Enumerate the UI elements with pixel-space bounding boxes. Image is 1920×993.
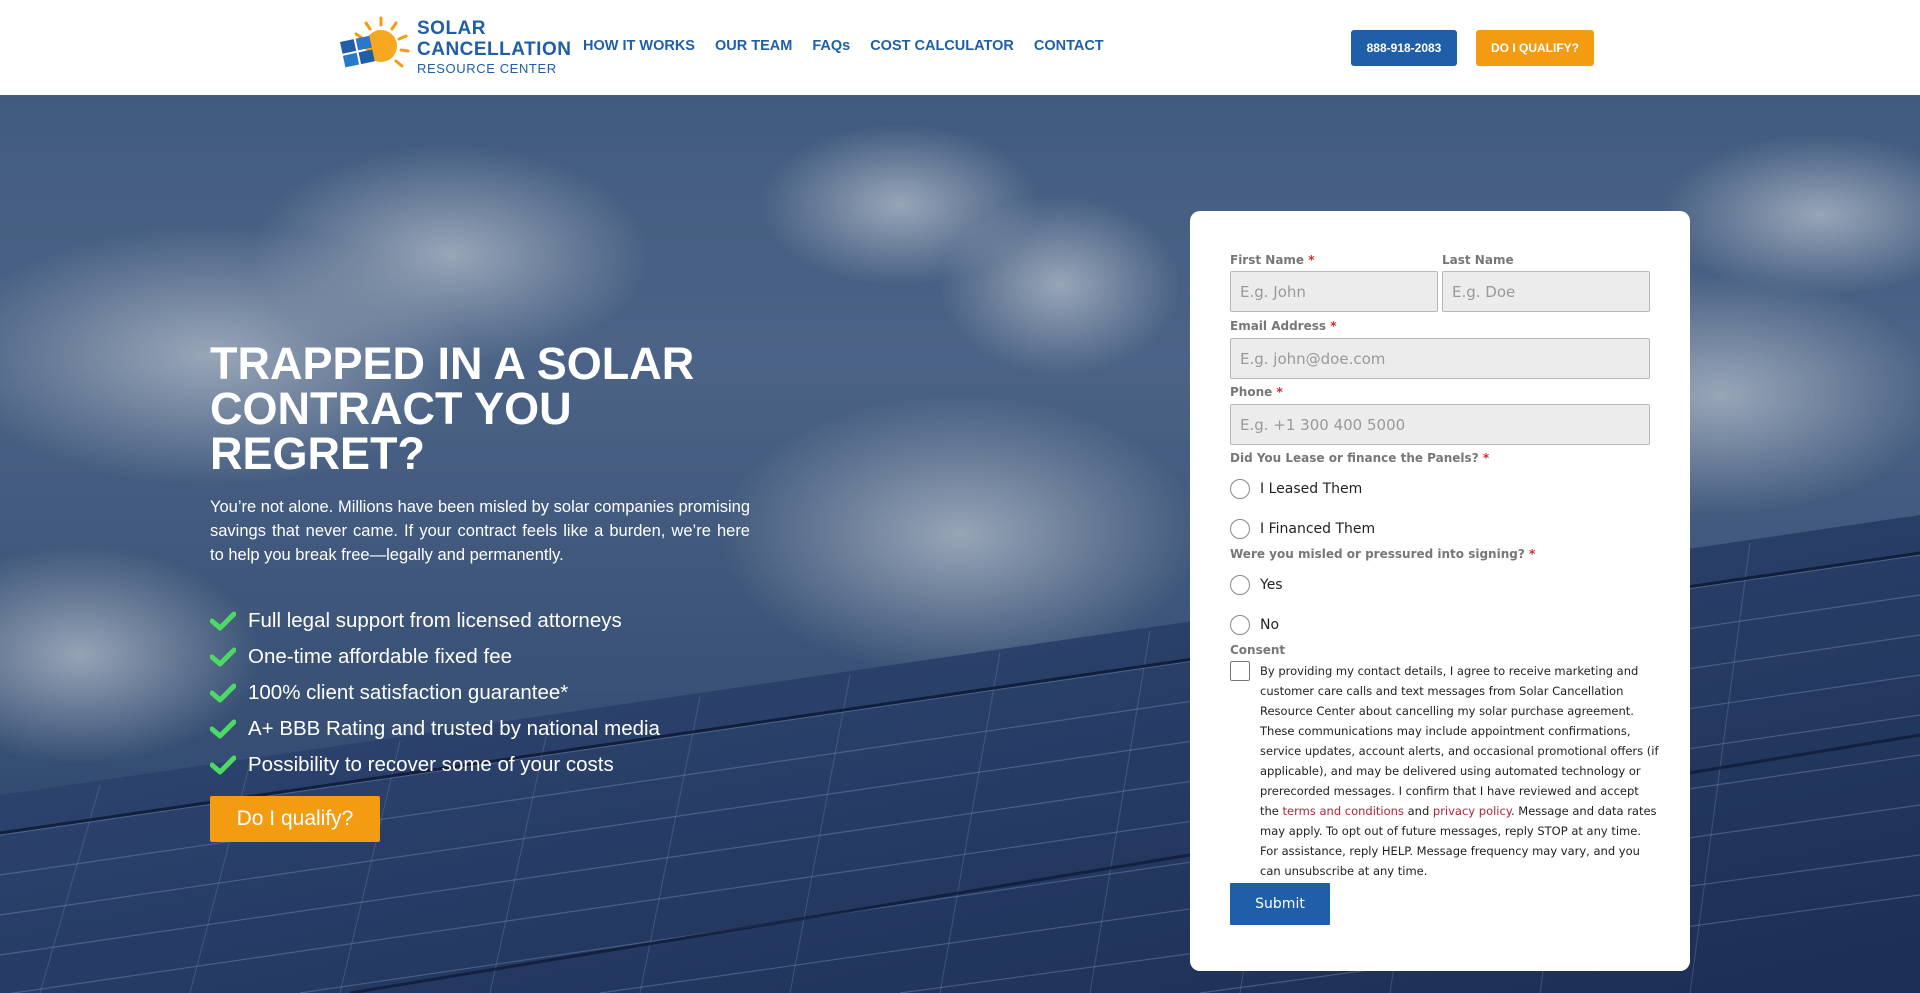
radio-circle[interactable] [1230,479,1250,499]
email-label: Email Address * [1230,319,1336,333]
email-label-text: Email Address [1230,319,1327,333]
radio-label: Yes [1260,577,1283,593]
logo-line-2: CANCELLATION [417,39,572,60]
benefit-item: Possibility to recover some of your cost… [210,747,660,783]
phone-input[interactable]: E.g. +1 300 400 5000 [1230,404,1650,445]
site-header: SOLAR CANCELLATION RESOURCE CENTER HOW I… [0,0,1920,95]
phone-button[interactable]: 888-918-2083 [1351,30,1457,66]
benefit-text: A+ BBB Rating and trusted by national me… [248,717,660,740]
required-mark: * [1482,451,1490,465]
benefit-item: 100% client satisfaction guarantee* [210,675,660,711]
hero-section: TRAPPED IN A SOLAR CONTRACT YOU REGRET? … [0,95,1920,993]
lease-question-text: Did You Lease or finance the Panels? [1230,451,1479,465]
consent-label: Consent [1230,643,1286,657]
check-icon [210,755,236,775]
last-name-label: Last Name [1442,253,1514,267]
radio-circle[interactable] [1230,615,1250,635]
first-name-input[interactable]: E.g. John [1230,271,1438,312]
required-mark: * [1330,319,1337,333]
benefit-text: Possibility to recover some of your cost… [248,753,614,776]
radio-label: No [1260,617,1280,633]
do-i-qualify-header-button[interactable]: DO I QUALIFY? [1476,30,1594,66]
logo-wordmark: SOLAR CANCELLATION RESOURCE CENTER [417,19,571,75]
nav-faqs[interactable]: FAQs [812,38,850,54]
main-nav: HOW IT WORKS OUR TEAM FAQs COST CALCULAT… [583,38,1124,54]
first-name-label-text: First Name [1230,253,1305,267]
radio-no[interactable]: No [1230,615,1279,635]
required-mark: * [1308,253,1315,267]
terms-link[interactable]: terms and conditions [1283,804,1404,818]
do-i-qualify-hero-button[interactable]: Do I qualify? [210,796,380,842]
radio-financed[interactable]: I Financed Them [1230,519,1375,539]
sun-panel-logo-icon [336,14,411,80]
nav-cost-calculator[interactable]: COST CALCULATOR [870,38,1014,54]
nav-our-team[interactable]: OUR TEAM [715,38,792,54]
hero-title: TRAPPED IN A SOLAR CONTRACT YOU REGRET? [210,338,695,479]
required-mark: * [1276,385,1283,399]
radio-circle[interactable] [1230,575,1250,595]
radio-label: I Financed Them [1260,521,1376,537]
site-logo[interactable]: SOLAR CANCELLATION RESOURCE CENTER [336,14,571,80]
consent-text-part: By providing my contact details, I agree… [1260,664,1659,818]
check-icon [210,683,236,703]
email-input[interactable]: E.g. john@doe.com [1230,338,1650,379]
consent-checkbox[interactable] [1230,661,1250,681]
benefit-text: Full legal support from licensed attorne… [248,609,622,632]
phone-label-text: Phone [1230,385,1273,399]
privacy-link[interactable]: privacy policy [1433,804,1511,818]
check-icon [210,611,236,631]
logo-line-3: RESOURCE CENTER [417,61,557,76]
benefit-text: 100% client satisfaction guarantee* [248,681,569,704]
radio-circle[interactable] [1230,519,1250,539]
check-icon [210,647,236,667]
misled-question-label: Were you misled or pressured into signin… [1230,547,1535,561]
benefit-item: A+ BBB Rating and trusted by national me… [210,711,660,747]
lead-form-card: First Name * Last Name E.g. John E.g. Do… [1190,211,1690,971]
hero-subtitle: You’re not alone. Millions have been mis… [210,498,750,564]
consent-text: By providing my contact details, I agree… [1260,661,1660,881]
consent-text-part: and [1403,804,1433,818]
submit-button[interactable]: Submit [1230,883,1330,925]
last-name-input[interactable]: E.g. Doe [1442,271,1650,312]
logo-line-1: SOLAR [417,18,486,39]
first-name-label: First Name * [1230,253,1315,267]
benefit-text: One-time affordable fixed fee [248,645,512,668]
lease-question-label: Did You Lease or finance the Panels? * [1230,451,1489,465]
radio-yes[interactable]: Yes [1230,575,1283,595]
benefit-item: Full legal support from licensed attorne… [210,603,660,639]
nav-how-it-works[interactable]: HOW IT WORKS [583,38,695,54]
radio-leased[interactable]: I Leased Them [1230,479,1362,499]
phone-label: Phone * [1230,385,1283,399]
benefit-item: One-time affordable fixed fee [210,639,660,675]
benefits-list: Full legal support from licensed attorne… [210,603,660,783]
check-icon [210,719,236,739]
radio-label: I Leased Them [1260,481,1363,497]
nav-contact[interactable]: CONTACT [1034,38,1104,54]
misled-question-text: Were you misled or pressured into signin… [1230,547,1525,561]
required-mark: * [1528,547,1536,561]
